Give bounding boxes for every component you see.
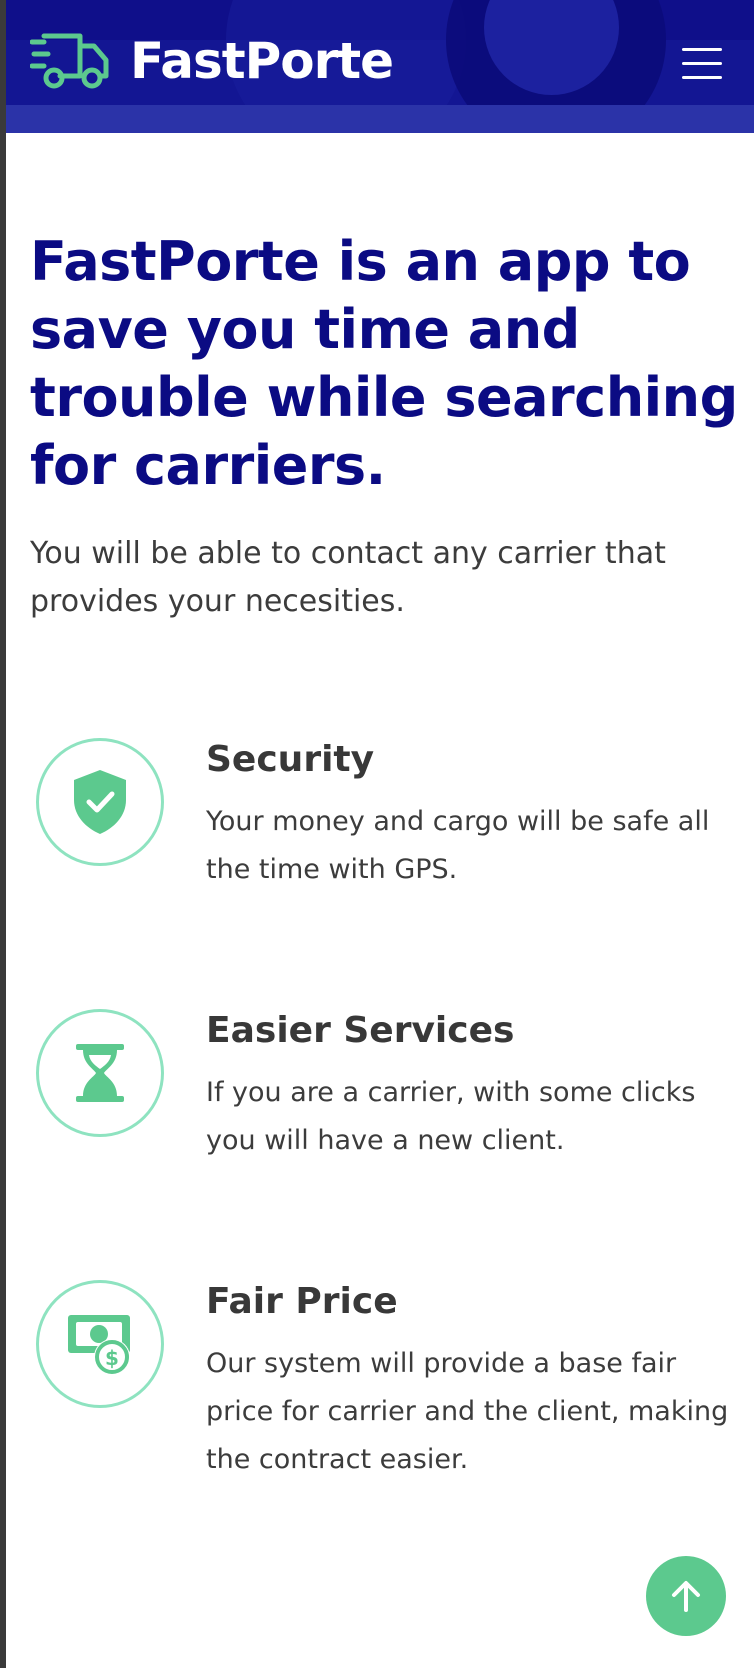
brand-name: FastPorte [130, 32, 394, 90]
feature-icon-circle: $ [36, 1280, 164, 1408]
feature-title: Fair Price [206, 1281, 398, 1322]
feature-title: Security [206, 739, 375, 780]
svg-text:$: $ [105, 1346, 119, 1370]
brand-logo[interactable]: FastPorte [30, 30, 394, 92]
header-bottom-band [6, 105, 754, 133]
arrow-up-icon [672, 1581, 700, 1612]
feature-description: If you are a carrier, with some clicks y… [206, 1077, 696, 1156]
scroll-to-top-button[interactable] [646, 1556, 726, 1636]
feature-title: Easier Services [206, 1010, 515, 1051]
hourglass-icon [76, 1044, 124, 1102]
feature-security: Security Your money and cargo will be sa… [30, 738, 740, 898]
money-dollar-icon: $ [68, 1315, 130, 1375]
viewport: FastPorte FastPorte is an app to save yo… [0, 0, 754, 1668]
feature-icon-circle [36, 738, 164, 866]
feature-description: Our system will provide a base fair pric… [206, 1348, 729, 1475]
feature-icon-circle [36, 1009, 164, 1137]
shield-check-icon [74, 770, 126, 834]
feature-fair-price: $ Fair Price Our system will provide a b… [30, 1280, 740, 1480]
hero-subtitle: You will be able to contact any carrier … [30, 536, 666, 619]
menu-button[interactable] [682, 46, 722, 80]
feature-description: Your money and cargo will be safe all th… [206, 806, 710, 885]
hero-title: FastPorte is an app to save you time and… [30, 230, 738, 497]
page: FastPorte FastPorte is an app to save yo… [6, 0, 754, 1668]
feature-easier-services: Easier Services If you are a carrier, wi… [30, 1009, 740, 1169]
site-header: FastPorte [6, 0, 754, 133]
hamburger-menu-icon [682, 46, 722, 80]
truck-fast-icon [30, 33, 109, 89]
